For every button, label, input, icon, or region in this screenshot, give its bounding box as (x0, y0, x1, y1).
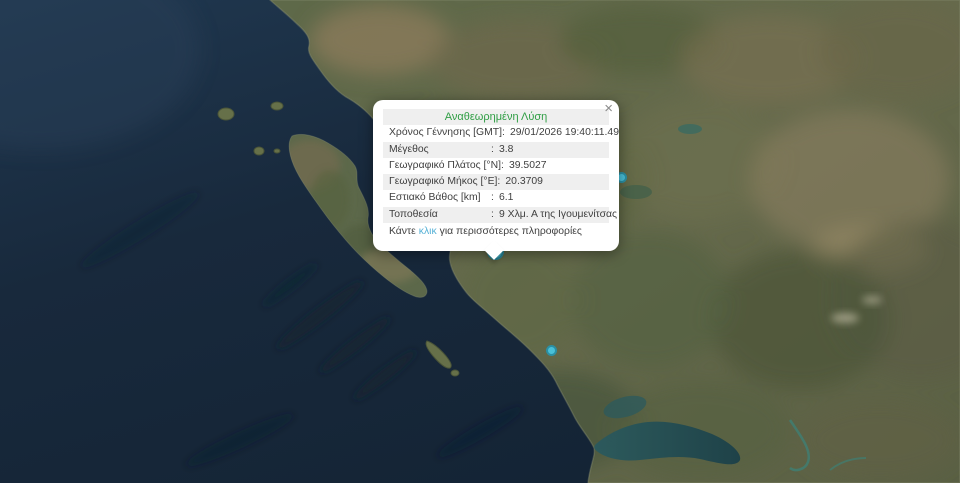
colon-separator: : (491, 208, 499, 222)
islet (254, 147, 264, 155)
details-link[interactable]: κλικ (419, 226, 437, 237)
popup-row: Μέγεθος : 3.8 (383, 142, 609, 158)
field-value: 6.1 (499, 191, 605, 205)
field-value: 3.8 (499, 143, 605, 157)
colon-separator: : (491, 191, 499, 205)
earthquake-marker[interactable] (546, 345, 557, 356)
earthquake-popup: × Αναθεωρημένη Λύση Χρόνος Γέννησης [GMT… (373, 100, 619, 251)
footer-text: Κάντε (389, 226, 416, 237)
antipaxos-island (451, 370, 459, 376)
popup-row: Γεωγραφικό Πλάτος [°N] : 39.5027 (383, 158, 609, 174)
colon-separator: : (502, 126, 510, 140)
popup-row: Εστιακό Βάθος [km] : 6.1 (383, 190, 609, 206)
lake (620, 185, 652, 199)
field-value: 9 Χλμ. Α της Ιγουμενίτσας (499, 208, 617, 222)
colon-separator: : (497, 175, 505, 189)
field-label: Γεωγραφικό Μήκος [°E] (389, 175, 497, 189)
field-label: Γεωγραφικό Πλάτος [°N] (389, 159, 501, 173)
popup-row: Γεωγραφικό Μήκος [°E] : 20.3709 (383, 174, 609, 190)
islet (271, 102, 283, 110)
field-label: Εστιακό Βάθος [km] (389, 191, 491, 205)
colon-separator: : (501, 159, 509, 173)
islet (218, 108, 234, 120)
field-label: Χρόνος Γέννησης [GMT] (389, 126, 502, 140)
footer-text: για περισσότερες πληροφορίες (440, 226, 582, 237)
lake (678, 124, 702, 134)
field-label: Τοποθεσία (389, 208, 491, 222)
field-value: 29/01/2026 19:40:11.49 (510, 126, 619, 140)
popup-title: Αναθεωρημένη Λύση (383, 109, 609, 125)
field-label: Μέγεθος (389, 143, 491, 157)
field-value: 20.3709 (505, 175, 605, 189)
close-icon[interactable]: × (604, 102, 613, 116)
popup-row: Χρόνος Γέννησης [GMT] : 29/01/2026 19:40… (383, 125, 609, 141)
popup-footer: Κάντεκλικγια περισσότερες πληροφορίες (383, 223, 609, 239)
colon-separator: : (491, 143, 499, 157)
field-value: 39.5027 (509, 159, 605, 173)
islet (274, 149, 280, 153)
map-viewport: × Αναθεωρημένη Λύση Χρόνος Γέννησης [GMT… (0, 0, 960, 483)
popup-row: Τοποθεσία : 9 Χλμ. Α της Ιγουμενίτσας (383, 207, 609, 223)
